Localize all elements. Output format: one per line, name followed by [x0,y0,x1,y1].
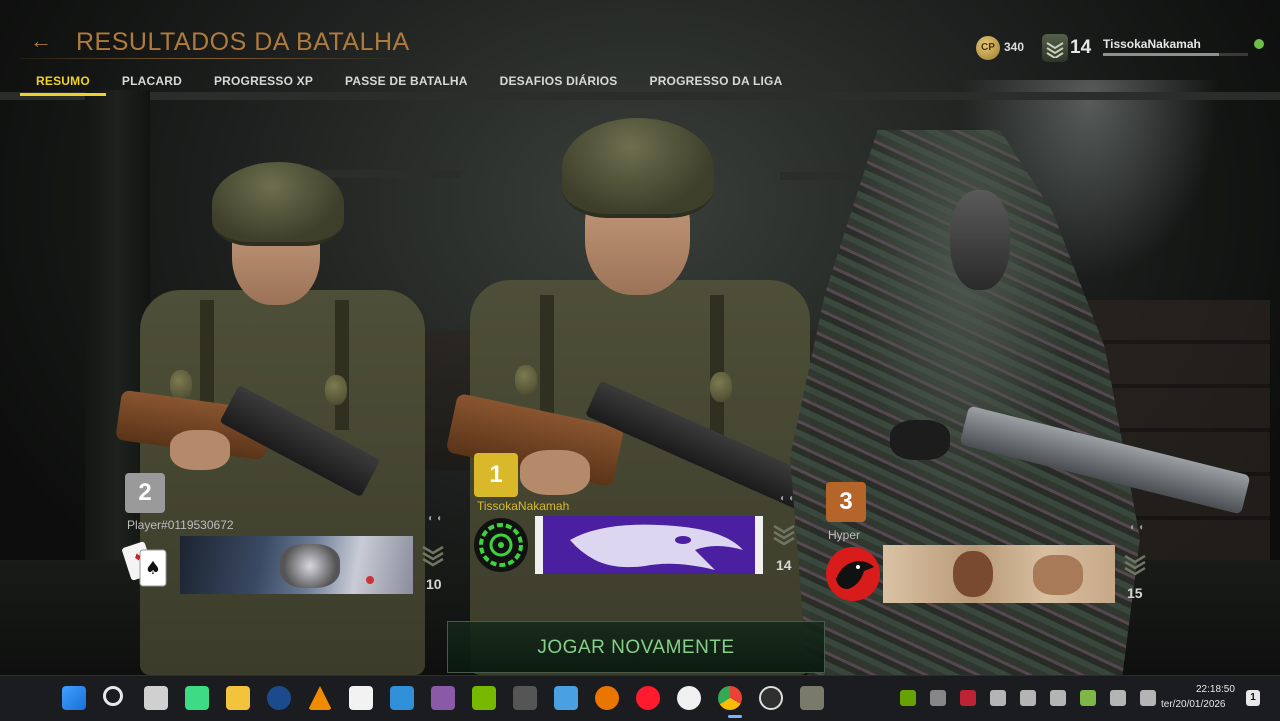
tab-placard[interactable]: PLACARD [106,72,198,96]
place-badge: 2 [125,473,165,513]
player-level: 15 [1127,585,1143,601]
platform-icons: ◐◖ [428,513,445,524]
tab-desafios-diarios[interactable]: DESAFIOS DIÁRIOS [484,72,634,96]
account-username: TissokaNakamah [1103,37,1201,51]
game-icon[interactable] [800,686,824,710]
steampunk-calling-card [180,536,413,594]
usb-icon[interactable] [1050,690,1066,706]
rank-chevron-icon [1042,34,1068,62]
eagle-calling-card [535,516,763,574]
red-app-icon[interactable] [960,690,976,706]
rank-chevron-icon [421,541,445,569]
player-level: 14 [1070,37,1092,58]
chrome-icon[interactable] [718,686,742,710]
player-level: 14 [776,557,792,573]
page-title: RESULTADOS DA BATALHA [76,28,410,56]
player-name: Hyper [828,528,861,542]
blender-icon[interactable] [595,686,619,710]
title-underline [20,58,405,59]
notification-bell-icon[interactable]: 1 [1246,690,1260,706]
place-badge: 3 [826,482,866,522]
green-target-emblem-icon [472,516,530,574]
cp-currency-icon: CP [976,36,1000,60]
tab-resumo[interactable]: RESUMO [20,72,106,96]
pinup-calling-card [883,545,1115,603]
player-level: 10 [426,576,442,592]
place-badge: 1 [474,453,518,497]
file-explorer-icon[interactable] [226,686,250,710]
platform-icons: ◐◖ [780,493,797,504]
tab-progresso-da-liga[interactable]: PROGRESSO DA LIGA [633,72,798,96]
unreal-engine-icon[interactable] [677,686,701,710]
app-cube-icon[interactable] [390,686,414,710]
windows-start-icon[interactable] [62,686,86,710]
rank-chevron-icon [1123,550,1147,578]
playing-cards-emblem-icon: ♠ ♦ [120,536,178,594]
volume-icon[interactable] [1140,690,1156,706]
task-view-icon[interactable] [144,686,168,710]
red-crow-emblem-icon [824,545,882,603]
android-studio-icon[interactable] [185,686,209,710]
nvidia-icon[interactable] [472,686,496,710]
svg-text:♠: ♠ [145,558,161,579]
platform-icons: ◐◖ [1130,522,1147,533]
clock-time[interactable]: 22:18:50 [1196,684,1235,695]
tab-progresso-xp[interactable]: PROGRESSO XP [198,72,329,96]
remote-desktop-icon[interactable] [554,686,578,710]
online-status-indicator [1254,39,1264,49]
search-icon[interactable] [103,686,123,706]
xp-progress-bar [1103,53,1248,56]
steam-tray-icon[interactable] [1020,690,1036,706]
opera-icon[interactable] [636,686,660,710]
winrar-icon[interactable] [431,686,455,710]
clock-date[interactable]: ter/20/01/2026 [1161,699,1226,710]
cp-amount: 340 [1004,40,1025,54]
display-icon[interactable] [1110,690,1126,706]
results-tabs: RESUMO PLACARD PROGRESSO XP PASSE DE BAT… [20,72,798,96]
play-again-button[interactable]: JOGAR NOVAMENTE [447,621,825,673]
active-app-indicator [728,715,742,718]
microphone-icon[interactable] [1080,690,1096,706]
airplane-icon[interactable] [990,690,1006,706]
obs-icon[interactable] [759,686,783,710]
steam-icon[interactable] [267,686,291,710]
rank-chevron-icon [772,520,796,548]
tab-passe-de-batalha[interactable]: PASSE DE BATALHA [329,72,484,96]
network-drive-icon[interactable] [930,690,946,706]
player-name: TissokaNakamah [477,499,570,513]
pen-tool-icon[interactable] [513,686,537,710]
capcut-icon[interactable] [349,686,373,710]
back-arrow-icon[interactable]: ← [30,28,52,54]
player-name: Player#0119530672 [127,518,234,532]
nvidia-tray-icon[interactable] [900,690,916,706]
